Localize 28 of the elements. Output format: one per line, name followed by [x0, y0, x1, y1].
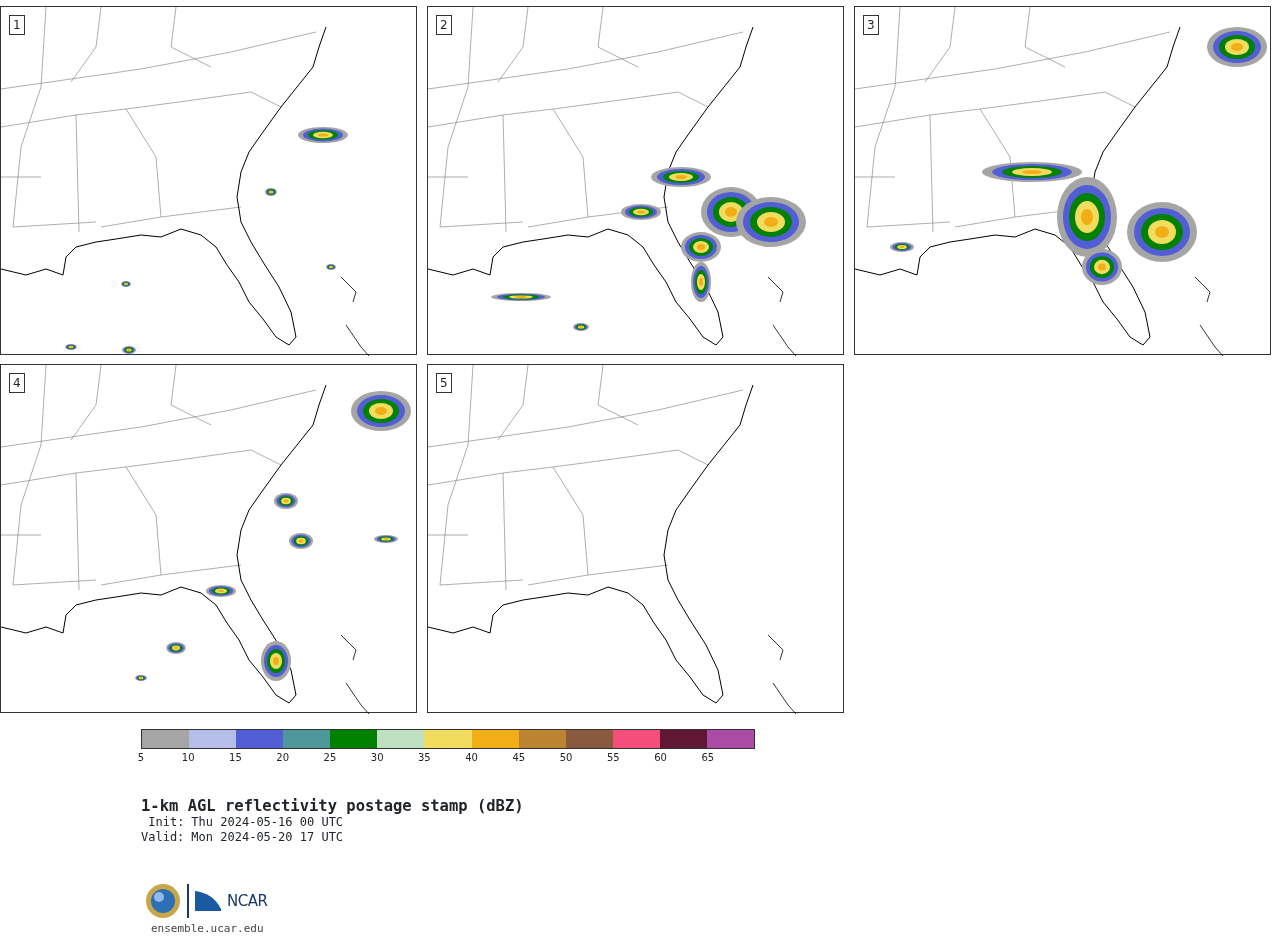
time-value: Thu 2024-05-16 00 UTC — [191, 815, 344, 830]
tick-label: 10 — [181, 753, 195, 763]
tick-label: 25 — [323, 753, 337, 763]
time-value: Mon 2024-05-20 17 UTC — [191, 830, 344, 845]
panel-number: 1 — [9, 15, 25, 35]
wing-icon — [195, 891, 221, 911]
panel-number: 5 — [436, 373, 452, 393]
tick-label: 55 — [606, 753, 620, 763]
panel-number: 3 — [863, 15, 879, 35]
tick-label: 65 — [701, 753, 715, 763]
divider-icon — [187, 884, 189, 918]
time-label: Init: — [147, 815, 185, 830]
chart-title: 1-km AGL reflectivity postage stamp (dBZ) — [141, 797, 525, 815]
website-url: ensemble.ucar.edu — [151, 921, 265, 936]
tick-label: 45 — [512, 753, 526, 763]
tick-label: 5 — [137, 753, 145, 763]
tick-label: 40 — [465, 753, 478, 763]
panel-number: 4 — [9, 373, 25, 393]
time-label: Valid: — [141, 830, 185, 845]
tick-label: 50 — [559, 753, 573, 763]
logo-text: NCAR — [227, 890, 268, 912]
seal-icon — [145, 883, 181, 919]
tick-label: 35 — [418, 753, 431, 763]
tick-label: 60 — [654, 753, 667, 763]
tick-label: 20 — [276, 753, 290, 763]
tick-label: 30 — [370, 753, 384, 763]
panel-number: 2 — [436, 15, 452, 35]
tick-label: 15 — [229, 753, 242, 763]
